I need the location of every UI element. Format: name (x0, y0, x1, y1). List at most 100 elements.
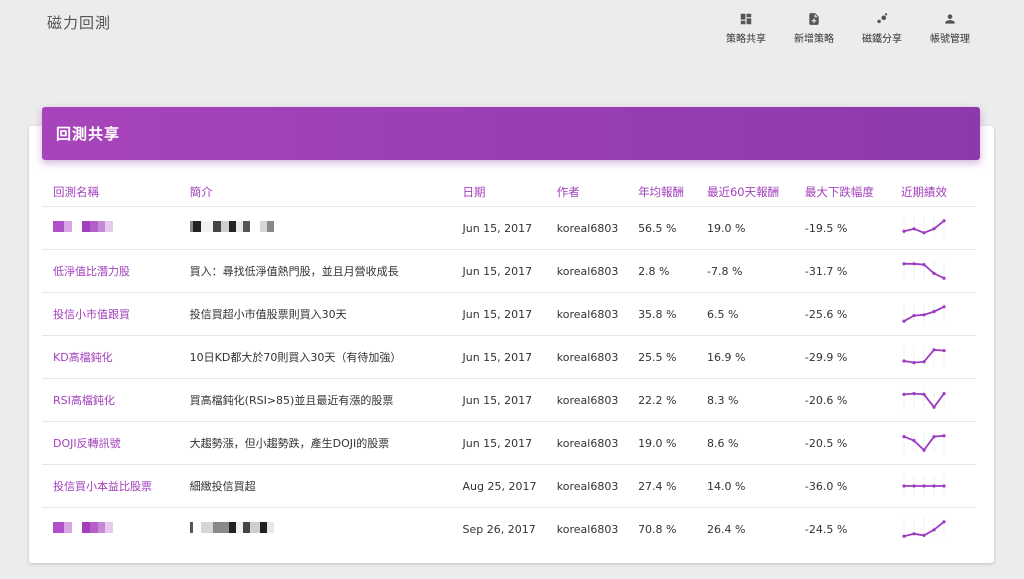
dashboard-icon (740, 13, 752, 25)
cell-date: Jun 15, 2017 (462, 206, 557, 250)
sparkline-point (912, 227, 916, 231)
cell-desc (189, 508, 463, 551)
header-60day-return[interactable]: 最近60天報酬 (706, 178, 805, 207)
backtest-name-link[interactable]: 投信小市值跟買 (53, 308, 130, 321)
table-row[interactable]: DOJI反轉訊號 大趨勢漲，但小趨勢跌，產生DOJI的股票 Jun 15, 2017… (42, 421, 976, 465)
sparkline-point (942, 434, 946, 438)
nav-account[interactable]: 帳號管理 (916, 12, 984, 45)
header-date[interactable]: 日期 (462, 178, 557, 207)
redacted-desc (189, 221, 274, 233)
sparkline-point (942, 276, 946, 280)
cell-recent-trend (900, 421, 976, 465)
cell-desc: 10日KD都大於70則買入30天（有待加強） (189, 335, 463, 379)
sparkline-point (902, 262, 906, 266)
redacted-desc (189, 522, 274, 534)
table-row[interactable]: 投信買小本益比股票 細緻投信買超 Aug 25, 2017 koreal6803 27.… (42, 464, 976, 508)
sparkline-point (932, 310, 936, 314)
redacted-name[interactable] (53, 522, 113, 534)
cell-recent-trend (900, 464, 976, 508)
redacted-name[interactable] (53, 221, 113, 233)
cell-annual-return: 22.2 % (638, 378, 707, 422)
add-document-icon (809, 13, 819, 25)
cell-recent-trend (900, 335, 976, 379)
cell-60day-return: 19.0 % (706, 206, 805, 250)
sparkline-point (912, 484, 916, 488)
nav-add-strategy[interactable]: 新增策略 (780, 12, 848, 45)
table-header-row: 回測名稱 簡介 日期 作者 年均報酬 最近60天報酬 最大下跌幅度 近期績效 (42, 178, 976, 207)
backtest-name-link[interactable]: KD高檔鈍化 (53, 351, 113, 364)
header-annual-return[interactable]: 年均報酬 (638, 178, 707, 207)
sparkline-point (922, 231, 926, 235)
sparkline-point (902, 229, 906, 233)
sparkline-point (902, 435, 906, 439)
cell-author: koreal6803 (556, 335, 639, 379)
header-name[interactable]: 回測名稱 (42, 178, 190, 207)
table-row[interactable]: RSI高檔鈍化 買高檔鈍化(RSI>85)並且最近有漲的股票 Jun 15, 201… (42, 378, 976, 422)
cell-desc: 買高檔鈍化(RSI>85)並且最近有漲的股票 (189, 378, 463, 422)
table-row[interactable]: KD高檔鈍化 10日KD都大於70則買入30天（有待加強） Jun 15, 2017… (42, 335, 976, 379)
sparkline-point (912, 439, 916, 443)
sparkline-point (932, 348, 936, 352)
backtest-table: 回測名稱 簡介 日期 作者 年均報酬 最近60天報酬 最大下跌幅度 近期績效 J… (42, 178, 976, 550)
cell-author: koreal6803 (556, 249, 639, 293)
cell-date: Jun 15, 2017 (462, 249, 557, 293)
table-row[interactable]: 投信小市值跟買 投信買超小市值股票則買入30天 Jun 15, 2017 koreal… (42, 292, 976, 336)
share-bubbles-icon (877, 13, 888, 24)
sparkline-chart (902, 519, 946, 539)
cell-60day-return: 6.5 % (706, 292, 805, 336)
cell-date: Jun 15, 2017 (462, 378, 557, 422)
cell-annual-return: 27.4 % (638, 464, 707, 508)
cell-author: koreal6803 (556, 378, 639, 422)
cell-60day-return: -7.8 % (706, 249, 805, 293)
cell-max-drawdown: -20.5 % (804, 421, 901, 465)
cell-desc: 細緻投信買超 (189, 464, 463, 508)
cell-name: RSI高檔鈍化 (42, 378, 190, 422)
sparkline-chart (902, 433, 946, 453)
header-author[interactable]: 作者 (556, 178, 639, 207)
sparkline-point (912, 361, 916, 365)
cell-recent-trend (900, 292, 976, 336)
cell-date: Jun 15, 2017 (462, 292, 557, 336)
backtest-name-link[interactable]: 投信買小本益比股票 (53, 480, 152, 493)
cell-max-drawdown: -29.9 % (804, 335, 901, 379)
sparkline-point (912, 262, 916, 266)
backtest-name-link[interactable]: DOJI反轉訊號 (53, 437, 121, 450)
cell-desc: 投信買超小市值股票則買入30天 (189, 292, 463, 336)
cell-name (42, 508, 190, 551)
app-title: 磁力回測 (47, 14, 112, 32)
cell-annual-return: 35.8 % (638, 292, 707, 336)
nav-label: 磁鐵分享 (862, 34, 902, 45)
person-icon (945, 14, 955, 24)
cell-author: koreal6803 (556, 522, 619, 536)
header-max-drawdown[interactable]: 最大下跌幅度 (804, 178, 901, 207)
sparkline-point (922, 263, 926, 267)
sparkline-point (902, 359, 906, 363)
sparkline-point (902, 392, 906, 396)
table-row[interactable]: Sep 26, 2017 koreal6803 70.8 % 26.4 % -24.5 … (42, 508, 976, 551)
cell-recent-trend (900, 249, 976, 293)
backtest-name-link[interactable]: 低淨值比潛力股 (53, 265, 130, 278)
backtest-name-link[interactable]: RSI高檔鈍化 (53, 394, 115, 407)
sparkline-point (932, 227, 936, 231)
cell-recent-trend (900, 378, 976, 422)
cell-author: koreal6803 (556, 464, 639, 508)
cell-max-drawdown: -25.6 % (804, 292, 901, 336)
sparkline-point (942, 484, 946, 488)
cell-max-drawdown: -19.5 % (804, 206, 901, 250)
cell-60day-return: 14.0 % (706, 464, 805, 508)
header-desc[interactable]: 簡介 (189, 178, 463, 207)
sparkline-point (942, 349, 946, 353)
table-row[interactable]: 低淨值比潛力股 買入：尋找低淨值熱門股，並且月營收成長 Jun 15, 2017 ko… (42, 249, 976, 293)
cell-name (42, 206, 190, 250)
cell-desc (189, 206, 463, 250)
table-row[interactable]: Jun 15, 2017 koreal6803 56.5 % 19.0 % -19.5 … (42, 206, 976, 250)
sparkline-point (902, 534, 906, 538)
nav-label: 帳號管理 (930, 34, 970, 45)
nav-magnet-share[interactable]: 磁鐵分享 (848, 12, 916, 45)
cell-annual-return: 2.8 % (638, 249, 707, 293)
cell-date: Sep 26, 2017 (462, 522, 536, 536)
nav-strategy-share[interactable]: 策略共享 (712, 12, 780, 45)
cell-annual-return: 56.5 % (638, 206, 707, 250)
card-title: 回測共享 (56, 125, 121, 143)
cell-desc: 買入：尋找低淨值熱門股，並且月營收成長 (189, 249, 463, 293)
